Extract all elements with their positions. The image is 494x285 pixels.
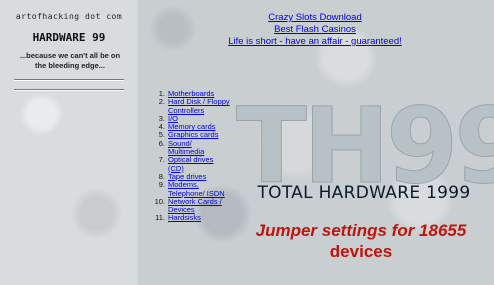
- nav-item: 9. Modems, Telephone/ ISDN: [150, 180, 230, 198]
- logo-text: TH99: [236, 85, 494, 194]
- brand-name: TOTAL HARDWARE 1999: [257, 183, 471, 203]
- nav-item: 2. Hard Disk / Floppy Controllers: [150, 97, 230, 115]
- ad-link-affair[interactable]: Life is short - have an affair - guarant…: [210, 36, 420, 48]
- headline: Jumper settings for 18655 devices: [230, 220, 492, 262]
- nav-number: 11.: [155, 213, 165, 223]
- headline-line-2: devices: [329, 242, 393, 261]
- site-title: HARDWARE 99: [32, 31, 106, 44]
- nav-number: 10.: [154, 196, 165, 206]
- ad-link-casinos[interactable]: Best Flash Casinos: [210, 24, 420, 36]
- nav-number: 9.: [158, 180, 165, 190]
- nav-link-network-cards[interactable]: Network Cards / Devices: [168, 197, 222, 214]
- divider: [14, 89, 124, 91]
- nav-item: 7. Optical drives (CD): [150, 156, 230, 173]
- headline-line-1: Jumper settings for 18655: [255, 221, 467, 240]
- nav-link-modems[interactable]: Modems, Telephone/ ISDN: [168, 180, 225, 198]
- ad-link-slots[interactable]: Crazy Slots Download: [210, 12, 420, 24]
- nav-link-sound-multimedia[interactable]: Sound/ Multimedia: [168, 139, 204, 156]
- nav-link-optical-drives[interactable]: Optical drives (CD): [168, 155, 213, 173]
- site-tagline: artofhacking dot com: [15, 12, 123, 21]
- category-nav: 1. Motherboards 2. Hard Disk / Floppy Cont…: [150, 89, 230, 223]
- ad-links: Crazy Slots Download Best Flash Casinos …: [210, 12, 420, 48]
- th99-logo: TH99: [236, 85, 494, 195]
- nav-item: 6. Sound/ Multimedia: [150, 138, 230, 157]
- nav-number: 2.: [158, 97, 165, 107]
- divider: [14, 79, 124, 81]
- nav-link-hard-disk-controllers[interactable]: Hard Disk / Floppy Controllers: [168, 97, 230, 115]
- nav-link-hardsisks[interactable]: Hardsisks: [168, 213, 201, 222]
- site-subtitle: ...because we can't all be on the bleedi…: [19, 51, 121, 70]
- nav-number: 7.: [158, 155, 165, 165]
- nav-item: 10. Network Cards / Devices: [150, 196, 230, 215]
- nav-item: 11. Hardsisks: [150, 213, 230, 223]
- nav-number: 6.: [158, 138, 165, 148]
- sidebar: artofhacking dot com HARDWARE 99 ...beca…: [0, 0, 138, 285]
